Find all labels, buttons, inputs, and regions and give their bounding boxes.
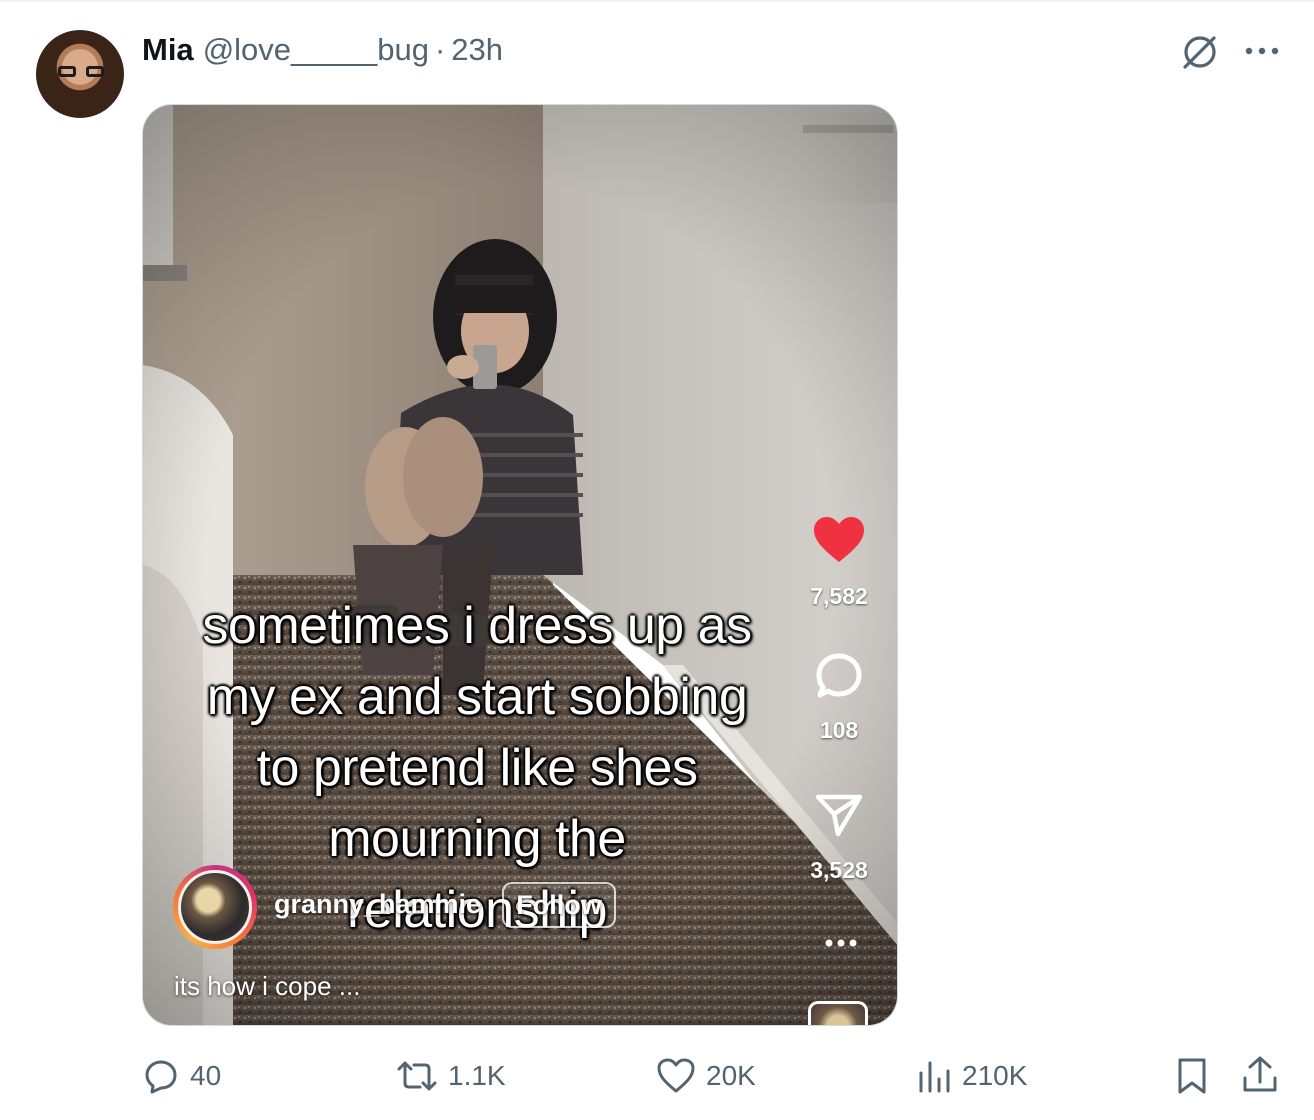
views-count: 210K	[962, 1060, 1028, 1091]
music-thumbnail	[808, 1001, 868, 1025]
overlay-line: my ex and start sobbing	[206, 668, 748, 726]
author-handle[interactable]: @love_____bug	[203, 32, 429, 68]
like-count: 20K	[706, 1060, 756, 1091]
reply-button[interactable]: 40	[142, 1056, 221, 1096]
like-button[interactable]: 20K	[656, 1056, 756, 1096]
video-like-count: 7,582	[810, 583, 868, 609]
creator-avatar	[173, 865, 257, 949]
overlay-line: to pretend like shes	[256, 739, 698, 797]
views-button[interactable]: 210K	[916, 1056, 1027, 1096]
views-icon	[919, 1061, 950, 1093]
author-avatar[interactable]	[36, 30, 124, 118]
video-more-icon	[821, 931, 861, 955]
repost-icon	[397, 1061, 437, 1091]
video-share-count: 3,528	[810, 857, 868, 883]
bookmark-icon[interactable]	[1172, 1056, 1212, 1101]
reply-icon	[145, 1060, 177, 1094]
grok-icon[interactable]	[1180, 32, 1220, 72]
avatar-glasses	[58, 66, 104, 78]
video-heart-icon	[809, 513, 869, 567]
top-divider	[0, 0, 1314, 2]
overlay-line: sometimes i dress up as	[202, 597, 752, 655]
header-separator: ·	[434, 32, 446, 67]
video-caption: its how i cope ...	[174, 971, 361, 1001]
creator-username: granny_hammie	[274, 889, 482, 919]
share-icon[interactable]	[1240, 1054, 1280, 1101]
video-follow-button: Follow	[502, 882, 616, 928]
post-header: Mia @love_____bug · 23h	[142, 30, 503, 70]
overlay-line: mourning the	[328, 810, 626, 868]
video-comment-icon	[813, 650, 865, 702]
post-media-video[interactable]: sometimes i dress up as my ex and start …	[142, 104, 898, 1026]
post-time[interactable]: 23h	[451, 32, 503, 68]
video-share-icon	[813, 791, 865, 839]
video-comment-count: 108	[819, 717, 859, 743]
more-icon[interactable]	[1242, 34, 1282, 68]
repost-button[interactable]: 1.1K	[396, 1056, 506, 1096]
like-icon	[657, 1058, 695, 1093]
repost-count: 1.1K	[448, 1060, 506, 1091]
reply-count: 40	[190, 1060, 222, 1091]
author-name[interactable]: Mia	[142, 32, 194, 68]
